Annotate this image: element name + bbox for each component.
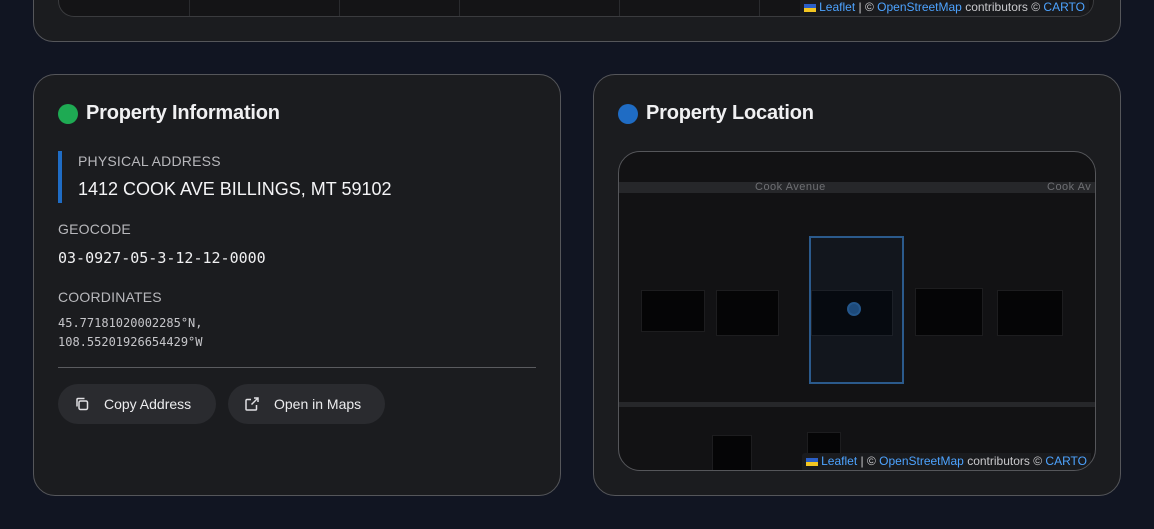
property-information-title: Property Information <box>86 102 280 124</box>
divider <box>58 367 536 368</box>
physical-address-label: PHYSICAL ADDRESS <box>78 153 221 169</box>
open-in-maps-label: Open in Maps <box>274 396 362 412</box>
attribution-contributors: contributors © <box>967 454 1043 468</box>
attribution-separator: | © <box>860 454 876 468</box>
copy-address-label: Copy Address <box>104 396 192 412</box>
latitude-value: 45.77181020002285°N, <box>58 316 203 330</box>
ukraine-flag-icon <box>806 457 819 466</box>
card-title: Property Location <box>618 102 814 125</box>
card-title: Property Information <box>58 102 280 125</box>
coordinates-value: 45.77181020002285°N, 108.55201926654429°… <box>58 314 203 352</box>
location-dot-icon <box>618 103 638 124</box>
map-building <box>712 435 752 470</box>
map-building <box>915 288 983 336</box>
status-dot-icon <box>58 103 78 124</box>
map-building <box>641 290 705 332</box>
attribution-contributors: contributors © <box>965 0 1041 14</box>
street-label: Cook Avenue <box>755 181 826 193</box>
carto-link[interactable]: CARTO <box>1045 454 1087 468</box>
longitude-value: 108.55201926654429°W <box>58 335 203 349</box>
open-in-maps-button[interactable]: Open in Maps <box>228 384 385 424</box>
leaflet-link[interactable]: Leaflet <box>821 454 857 468</box>
geocode-value: 03-0927-05-3-12-12-0000 <box>58 249 266 267</box>
map-street-line <box>339 0 340 16</box>
physical-address-value: 1412 COOK AVE BILLINGS, MT 59102 <box>78 179 392 199</box>
property-information-card: Property Information PHYSICAL ADDRESS 14… <box>33 74 561 496</box>
map-attribution: Leaflet | © OpenStreetMap contributors ©… <box>800 0 1089 16</box>
attribution-separator: | © <box>858 0 874 14</box>
map-building <box>716 290 779 336</box>
physical-address-block: PHYSICAL ADDRESS 1412 COOK AVE BILLINGS,… <box>58 151 536 203</box>
location-marker-icon[interactable] <box>847 302 861 316</box>
map-street-line <box>619 0 620 16</box>
copy-address-button[interactable]: Copy Address <box>58 384 216 424</box>
property-location-title: Property Location <box>646 102 814 124</box>
map-attribution: Leaflet | © OpenStreetMap contributors ©… <box>802 453 1091 470</box>
copy-icon <box>76 397 89 411</box>
map-street-line <box>759 0 760 16</box>
map-street-line <box>189 0 190 16</box>
property-location-card: Property Location Cook Avenue Cook Av Le… <box>593 74 1121 496</box>
map-building <box>997 290 1063 336</box>
overview-map[interactable]: Leaflet | © OpenStreetMap contributors ©… <box>58 0 1094 17</box>
map-road <box>619 182 1095 193</box>
map-road <box>619 402 1095 407</box>
carto-link[interactable]: CARTO <box>1043 0 1085 14</box>
openstreetmap-link[interactable]: OpenStreetMap <box>879 454 964 468</box>
street-label: Cook Av <box>1047 181 1092 193</box>
previous-map-card: Leaflet | © OpenStreetMap contributors ©… <box>33 0 1121 42</box>
coordinates-label: COORDINATES <box>58 289 162 305</box>
property-location-map[interactable]: Cook Avenue Cook Av Leaflet | © OpenStre… <box>618 151 1096 471</box>
ukraine-flag-icon <box>804 3 817 12</box>
external-link-icon <box>245 397 259 411</box>
leaflet-link[interactable]: Leaflet <box>819 0 855 14</box>
geocode-label: GEOCODE <box>58 221 131 237</box>
openstreetmap-link[interactable]: OpenStreetMap <box>877 0 962 14</box>
map-street-line <box>459 0 460 16</box>
